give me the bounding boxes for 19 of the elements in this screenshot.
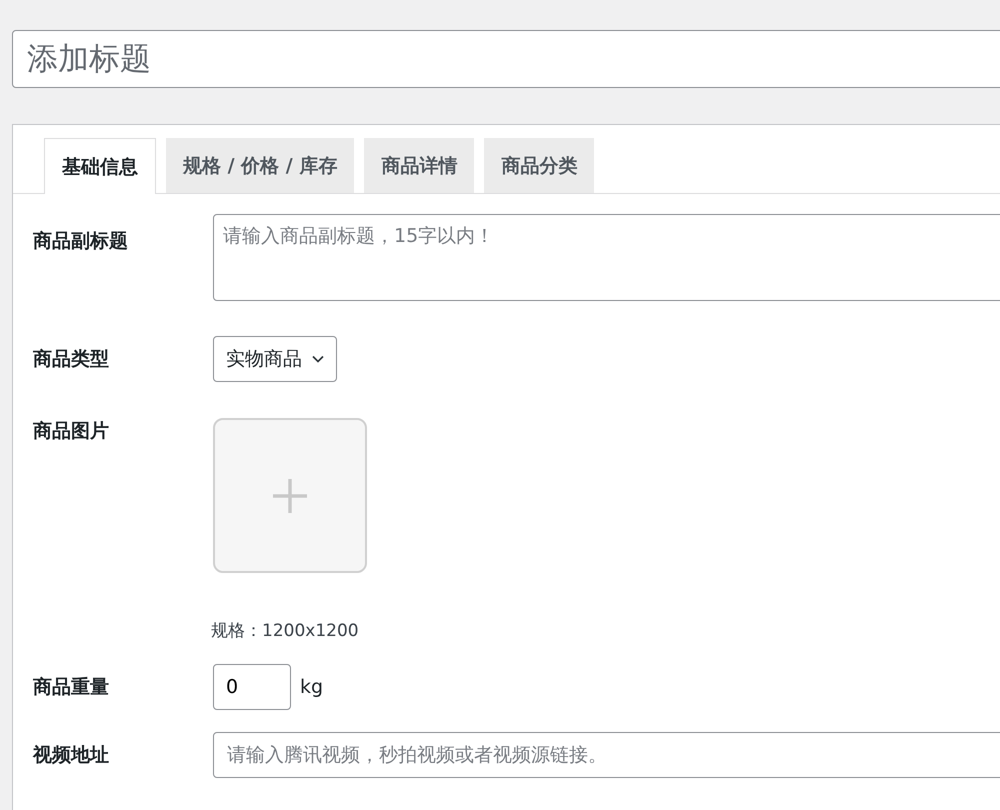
tab[interactable]: 商品详情 <box>364 138 474 193</box>
weight-field[interactable]: 0 <box>213 664 291 710</box>
unit-label: kg <box>300 676 324 698</box>
image-upload-button[interactable] <box>213 418 367 573</box>
field-label: 商品类型 <box>33 347 110 372</box>
type-dropdown[interactable]: 实物商品 <box>213 336 337 382</box>
tab[interactable]: 规格 / 价格 / 库存 <box>166 138 354 193</box>
chevron-down-icon <box>312 355 324 363</box>
size-hint: 规格：1200x1200 <box>211 620 360 642</box>
tab[interactable]: 商品分类 <box>484 138 594 193</box>
field-label: 商品重量 <box>33 675 110 700</box>
subtitle-field[interactable]: 请输入商品副标题，15字以内！ <box>213 214 1000 301</box>
video-url-field[interactable]: 请输入腾讯视频，秒拍视频或者视频源链接。 <box>213 732 1000 778</box>
field-label: 商品副标题 <box>33 229 129 254</box>
field-label: 商品图片 <box>33 419 110 444</box>
title-field[interactable]: 添加标题 <box>12 30 1000 88</box>
field-label: 视频地址 <box>33 743 110 768</box>
plus-icon <box>272 478 308 514</box>
tab[interactable]: 基础信息 <box>44 138 156 194</box>
